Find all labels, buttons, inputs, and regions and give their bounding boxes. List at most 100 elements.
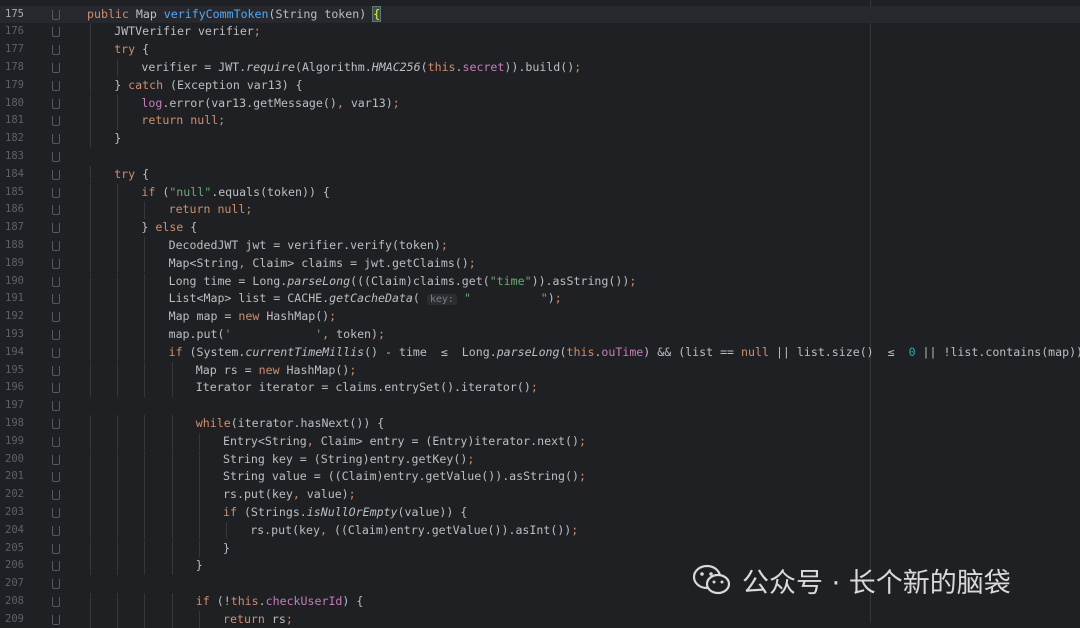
code-token: 0 xyxy=(908,344,923,359)
code-line[interactable]: 203 if (Strings.isNullOrEmpty(value)) { xyxy=(0,503,1080,522)
code-token: if xyxy=(168,344,190,359)
code-line[interactable]: 199 Entry<String, Claim> entry = (Entry)i… xyxy=(0,432,1080,451)
code-line[interactable]: 194 if (System.currentTimeMillis() - time… xyxy=(0,343,1080,362)
fold-marker-icon[interactable] xyxy=(52,472,60,483)
code-text: List<Map> list = CACHE.getCacheData( key… xyxy=(169,290,562,309)
code-line[interactable]: 180 log.error(var13.getMessage(), var13); xyxy=(0,94,1080,113)
code-text: return rs; xyxy=(223,611,293,628)
code-text: if (System.currentTimeMillis() - time ≤ … xyxy=(169,344,1080,362)
fold-marker-icon[interactable] xyxy=(52,329,60,340)
fold-marker-icon[interactable] xyxy=(52,436,60,447)
code-line[interactable]: 187} else { xyxy=(0,219,1080,237)
fold-marker-icon[interactable] xyxy=(52,116,60,127)
code-token: public xyxy=(87,6,136,21)
fold-marker-icon[interactable] xyxy=(52,490,60,501)
fold-marker-icon[interactable] xyxy=(52,614,60,625)
code-line[interactable]: 179} catch (Exception var13) { xyxy=(0,76,1080,95)
code-token: Claim> entry = (Entry)iterator.next() xyxy=(320,433,579,448)
indent-guide xyxy=(117,414,119,433)
fold-marker-icon[interactable] xyxy=(52,294,60,305)
fold-marker-icon[interactable] xyxy=(52,418,60,429)
fold-marker-icon[interactable] xyxy=(52,151,60,162)
fold-marker-icon[interactable] xyxy=(52,169,60,180)
code-line[interactable]: 193 map.put(' ', token); xyxy=(0,325,1080,344)
code-token: ; xyxy=(378,326,386,341)
fold-marker-icon[interactable] xyxy=(52,27,60,38)
code-token: Long time = Long. xyxy=(168,273,288,288)
parameter-hint: key: xyxy=(426,294,457,306)
code-text: try { xyxy=(114,166,149,184)
fold-marker-icon[interactable] xyxy=(52,187,60,198)
fold-marker-icon[interactable] xyxy=(52,223,60,234)
fold-marker-icon[interactable] xyxy=(52,579,60,590)
code-line[interactable]: 204 rs.put(key, ((Claim)entry.getValue())… xyxy=(0,521,1080,540)
code-text: String value = ((Claim)entry.getValue())… xyxy=(223,468,586,486)
fold-marker-icon[interactable] xyxy=(52,596,60,607)
fold-marker-icon[interactable] xyxy=(52,543,60,554)
line-number: 175 xyxy=(5,7,24,20)
code-line[interactable]: 178 verifier = JWT.require(Algorithm.HMAC… xyxy=(0,58,1080,77)
code-line[interactable]: 195 Map rs = new HashMap(); xyxy=(0,361,1080,380)
code-line[interactable]: 202 rs.put(key, value); xyxy=(0,486,1080,504)
code-line[interactable]: 184 try { xyxy=(0,165,1080,184)
code-line[interactable]: 209 return rs; xyxy=(0,610,1080,628)
code-line[interactable]: 175 public Map verifyCommToken(String tok… xyxy=(0,5,1080,24)
code-line[interactable]: 198 while(iterator.hasNext()) { xyxy=(0,414,1080,433)
code-line[interactable]: 200 String key = (String)entry.getKey(); xyxy=(0,450,1080,469)
indent-guide xyxy=(90,610,91,628)
fold-marker-icon[interactable] xyxy=(52,454,60,465)
code-line[interactable]: 189 Map<String, Claim> claims = jwt.getCl… xyxy=(0,254,1080,273)
code-line[interactable]: 183 xyxy=(0,148,1080,166)
code-line[interactable]: 186 return null; xyxy=(0,201,1080,220)
line-number: 184 xyxy=(5,167,24,180)
fold-marker-icon[interactable] xyxy=(52,525,60,536)
fold-marker-icon[interactable] xyxy=(52,134,60,145)
code-line[interactable]: 181 return null; xyxy=(0,112,1080,131)
code-token: verifier = JWT. xyxy=(141,59,247,74)
fold-marker-icon[interactable] xyxy=(52,276,60,287)
fold-marker-icon[interactable] xyxy=(52,561,60,572)
code-line[interactable]: 197 xyxy=(0,397,1080,415)
fold-marker-icon[interactable] xyxy=(52,98,60,109)
code-line[interactable]: 188 DecodedJWT jwt = verifier.verify(toke… xyxy=(0,236,1080,255)
fold-marker-icon[interactable] xyxy=(52,507,60,518)
line-number: 202 xyxy=(5,488,24,501)
fold-marker-icon[interactable] xyxy=(52,401,60,412)
code-line[interactable]: 191 List<Map> list = CACHE.getCacheData( … xyxy=(0,290,1080,309)
code-line[interactable]: 201 String value = ((Claim)entry.getValue… xyxy=(0,468,1080,487)
code-token: (String token) xyxy=(268,6,374,21)
fold-marker-icon[interactable] xyxy=(52,80,60,91)
indent-guide xyxy=(117,325,119,344)
fold-marker-icon[interactable] xyxy=(52,383,60,394)
code-line[interactable]: 192 Map map = new HashMap(); xyxy=(0,308,1080,326)
code-token: require xyxy=(246,59,295,74)
fold-marker-icon[interactable] xyxy=(52,205,60,216)
indent-guide xyxy=(171,557,173,576)
fold-marker-icon[interactable] xyxy=(52,365,60,376)
code-editor[interactable]: 175 public Map verifyCommToken(String tok… xyxy=(0,0,1080,628)
code-text: Map rs = new HashMap(); xyxy=(196,362,357,380)
line-number: 198 xyxy=(5,416,24,429)
code-line[interactable]: 190 Long time = Long.parseLong(((Claim)cl… xyxy=(0,272,1080,291)
code-token: Iterator iterator = claims.entrySet().it… xyxy=(195,380,531,395)
fold-marker-icon[interactable] xyxy=(52,258,60,269)
code-line[interactable]: 196 Iterator iterator = claims.entrySet()… xyxy=(0,379,1080,398)
fold-marker-icon[interactable] xyxy=(52,240,60,251)
code-line[interactable]: 177 try { xyxy=(0,41,1080,59)
line-number: 180 xyxy=(5,96,24,109)
code-text: Entry<String, Claim> entry = (Entry)iter… xyxy=(223,433,586,451)
fold-marker-icon[interactable] xyxy=(52,9,60,20)
code-token: ; xyxy=(348,487,356,502)
code-line[interactable]: 182} xyxy=(0,130,1080,148)
indent-guide xyxy=(144,254,146,273)
fold-marker-icon[interactable] xyxy=(52,312,60,323)
code-line[interactable]: 205} xyxy=(0,539,1080,558)
indent-guide xyxy=(198,503,200,522)
fold-marker-icon[interactable] xyxy=(52,62,60,73)
fold-marker-icon[interactable] xyxy=(52,347,60,358)
code-line[interactable]: 185 if ("null".equals(token)) { xyxy=(0,183,1080,202)
code-line[interactable]: 176 JWTVerifier verifier; xyxy=(0,23,1080,42)
line-number: 186 xyxy=(5,203,24,216)
code-token: ; xyxy=(468,255,476,270)
fold-marker-icon[interactable] xyxy=(52,45,60,56)
